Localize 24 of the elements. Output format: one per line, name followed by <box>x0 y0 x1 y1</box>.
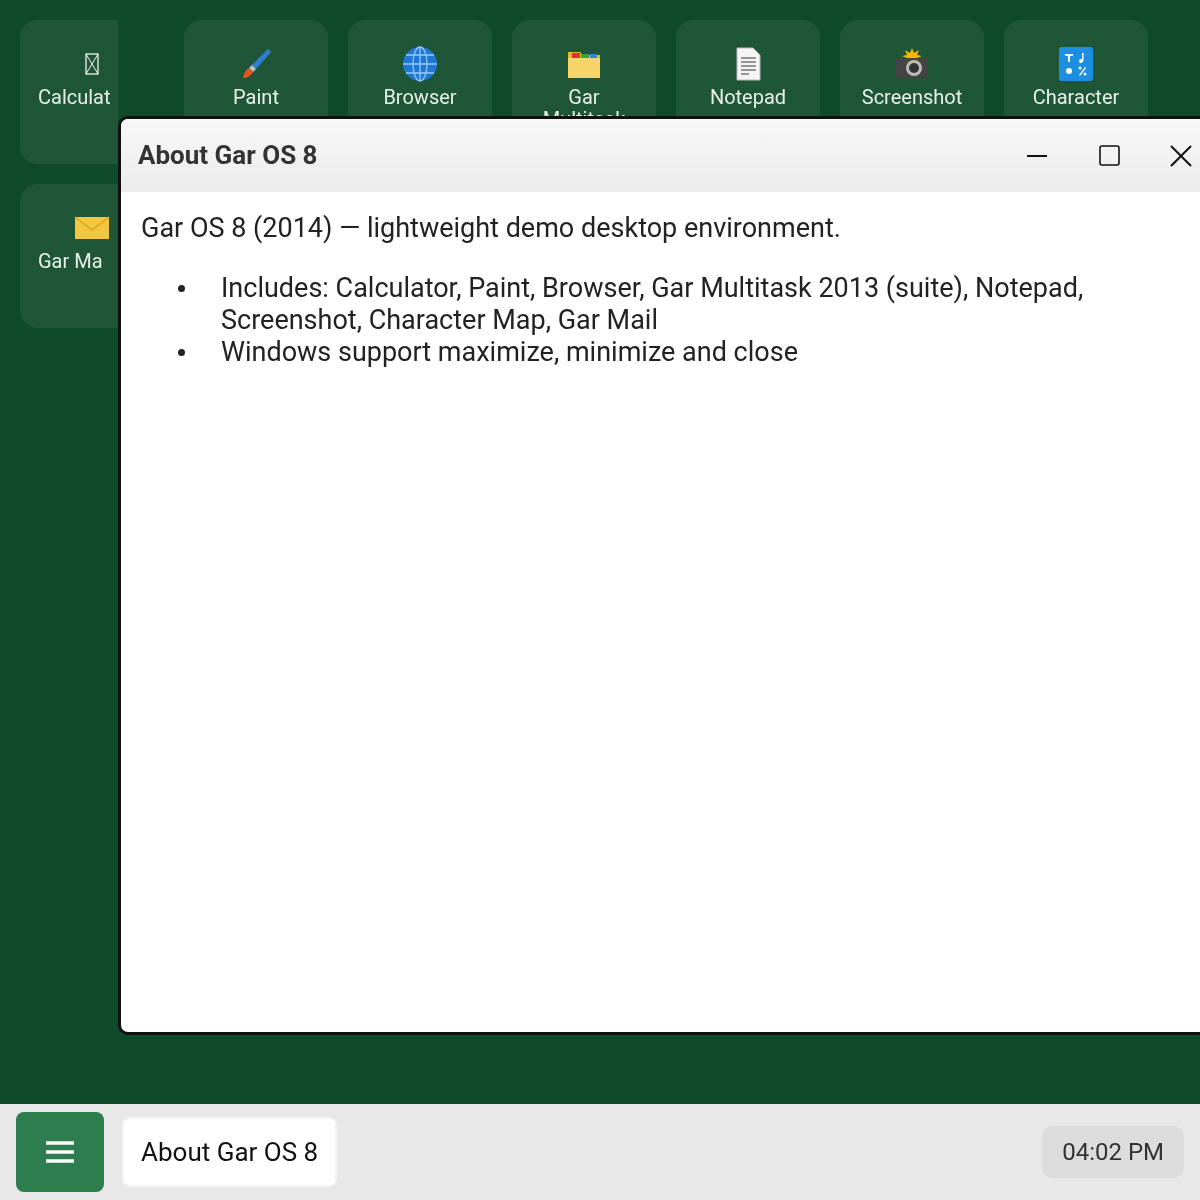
desktop-icon[interactable]: Calculat <box>20 20 118 164</box>
icon-label: Browser <box>382 86 458 108</box>
icon-label: Calculat <box>38 86 111 108</box>
bullet-text: Includes: Calculator, Paint, Browser, Gar Multitask 2013 (suite), Notepad, Screenshot, Character Map, Gar Mail <box>221 272 1085 336</box>
minimize-icon <box>1027 154 1047 157</box>
start-menu-button[interactable] <box>16 1112 104 1192</box>
maximize-icon <box>1098 145 1120 166</box>
close-icon <box>1170 144 1192 167</box>
symbols-icon <box>1058 46 1094 82</box>
taskbar-window-button[interactable]: About Gar OS 8 <box>122 1117 338 1187</box>
missing-glyph-icon <box>85 53 99 75</box>
bullet-icon <box>177 348 185 356</box>
bullet-icon <box>177 284 185 292</box>
globe-icon <box>402 46 438 82</box>
icon-label: Character <box>1031 86 1121 108</box>
menu-icon <box>46 1141 74 1163</box>
bullet-text: Windows support maximize, minimize and close <box>221 336 799 368</box>
icon-label: Notepad <box>708 86 788 108</box>
icon-label: Paint <box>232 86 280 108</box>
intro-text: Gar OS 8 (2014) — lightweight demo desktop environment. <box>141 212 842 244</box>
clock: 04:02 PM <box>1042 1126 1184 1178</box>
icon-label: Gar Ma <box>38 250 103 272</box>
desktop-icon[interactable]: Gar Ma <box>20 184 118 328</box>
icon-label: Screenshot <box>860 86 964 108</box>
